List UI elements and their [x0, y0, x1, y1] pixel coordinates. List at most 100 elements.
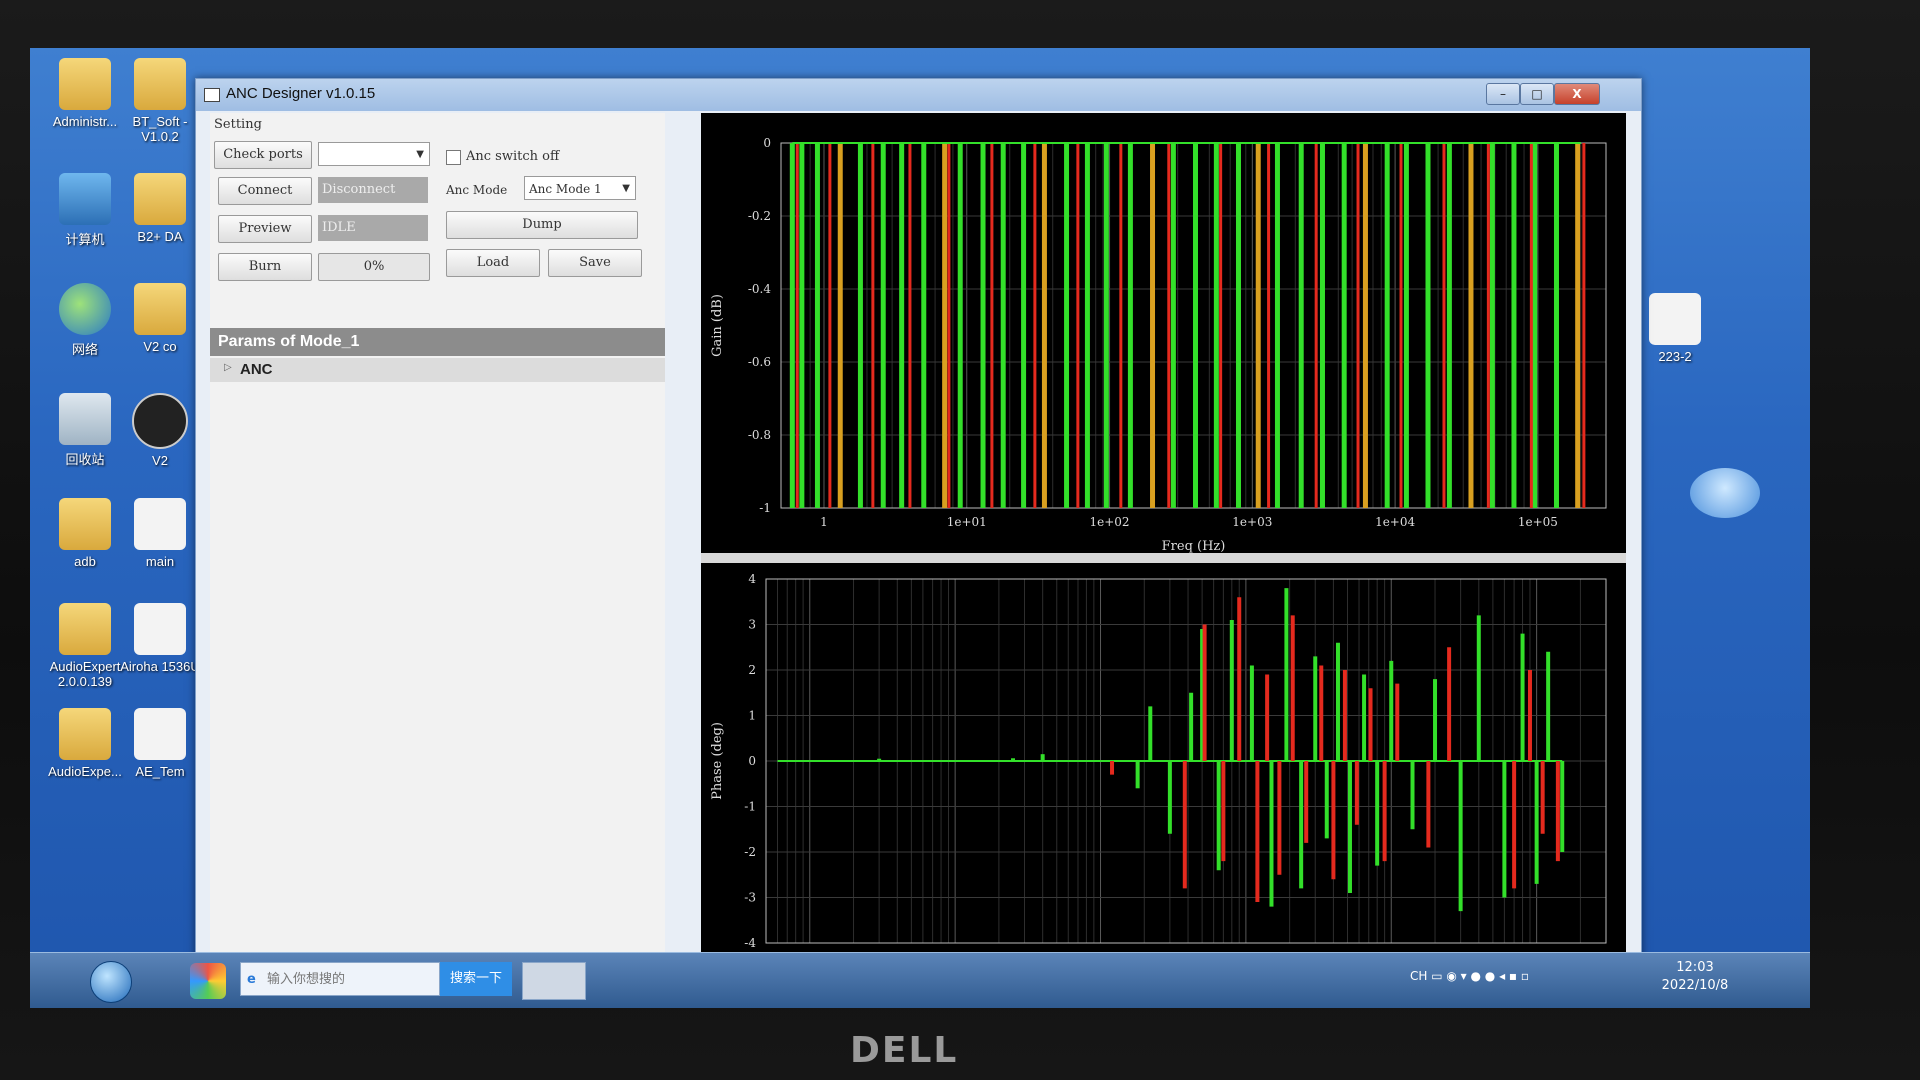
anc-switch-label: Anc switch off — [466, 149, 560, 164]
bin-icon — [59, 393, 111, 445]
expand-arrow-icon[interactable]: ▷ — [224, 362, 232, 373]
connect-button[interactable]: Connect — [218, 177, 312, 205]
y-tick-label: 1 — [748, 709, 756, 723]
x-tick-label: 1e+05 — [1518, 515, 1558, 529]
anc-mode-label: Anc Mode — [446, 183, 508, 197]
params-header: Params of Mode_1 — [210, 328, 665, 356]
desktop-icon[interactable]: V2 — [115, 393, 205, 468]
anc-designer-window: ANC Designer v1.0.15 – □ X Setting Check… — [195, 78, 1642, 980]
file-icon — [1649, 293, 1701, 345]
y-tick-label: -3 — [744, 891, 756, 905]
desktop-icon-label: 回收站 — [65, 452, 105, 467]
burn-button[interactable]: Burn — [218, 253, 312, 281]
folder-icon — [59, 603, 111, 655]
browser-icon: e — [247, 972, 256, 987]
clock-date: 2022/10/8 — [1661, 978, 1729, 993]
x-tick-label: 1 — [820, 515, 828, 529]
folder-icon — [59, 708, 111, 760]
anc-mode-value: Anc Mode 1 — [529, 182, 602, 196]
folder-icon — [59, 498, 111, 550]
file-icon — [134, 708, 186, 760]
comp-icon — [59, 173, 111, 225]
minimize-button[interactable]: – — [1486, 83, 1520, 105]
tree-item-label: ANC — [240, 361, 273, 378]
desktop-icon-label: adb — [74, 554, 96, 569]
save-button[interactable]: Save — [548, 249, 642, 277]
desktop-icon[interactable]: B2+ DA — [115, 173, 205, 244]
desktop-icon-label: AudioExpe... — [48, 764, 122, 779]
desktop-icon-label: 计算机 — [65, 232, 105, 247]
dump-button[interactable]: Dump — [446, 211, 638, 239]
system-tray[interactable]: CH ▭ ◉ ▾ ● ● ◂ ▪ ▫ — [1410, 969, 1529, 983]
y-tick-label: 3 — [748, 618, 756, 632]
gain-plot[interactable]: 0 -0.2 -0.4 -0.6 -0.8 -1 1 1e+01 1e+02 1e+03 1e+04… — [701, 113, 1626, 553]
desktop-icon[interactable]: V2 co — [115, 283, 205, 354]
start-button[interactable] — [90, 961, 132, 1003]
desktop-icon-label: BT_Soft - V1.0.2 — [132, 114, 188, 144]
desktop-icon[interactable]: AE_Tem — [115, 708, 205, 779]
y-axis-label: Gain (dB) — [710, 294, 725, 357]
gain-chart-svg: 0 -0.2 -0.4 -0.6 -0.8 -1 1 1e+01 1e+02 1e+03 1e+04… — [710, 136, 1607, 553]
y-tick-label: 0 — [763, 136, 771, 150]
y-tick-label: -1 — [744, 800, 756, 814]
disconnect-button[interactable]: Disconnect — [318, 177, 428, 203]
plot-splitter[interactable] — [701, 553, 1626, 563]
port-select[interactable]: ▼ — [318, 142, 430, 166]
settings-panel: Setting Check ports ▼ Anc switch off Con… — [210, 113, 665, 973]
y-tick-label: -0.8 — [748, 428, 771, 442]
y-tick-label: 0 — [748, 754, 756, 768]
desktop-icon[interactable]: 223-2 — [1630, 293, 1720, 364]
tree-item-anc[interactable]: ▷ ANC — [210, 358, 665, 382]
search-button[interactable]: 搜索一下 — [440, 962, 512, 996]
load-button[interactable]: Load — [446, 249, 540, 277]
preview-button[interactable]: Preview — [218, 215, 312, 243]
desktop-icon-label: V2 — [152, 453, 168, 468]
desktop-icon[interactable]: Airoha 1536U — [115, 603, 205, 674]
window-title: ANC Designer v1.0.15 — [226, 85, 376, 102]
anc-mode-select[interactable]: Anc Mode 1 ▼ — [524, 176, 636, 200]
desktop-icon-label: B2+ DA — [137, 229, 183, 244]
x-tick-label: 1e+03 — [1232, 515, 1272, 529]
file-icon — [134, 603, 186, 655]
desktop-orb-gadget[interactable] — [1690, 468, 1760, 518]
input-language-indicator[interactable]: CH — [1410, 969, 1427, 983]
desktop-icon-label: 223-2 — [1658, 349, 1692, 364]
chevron-down-icon: ▼ — [416, 149, 424, 160]
desktop-icon-label: AE_Tem — [135, 764, 185, 779]
status-field: IDLE — [318, 215, 428, 241]
check-ports-button[interactable]: Check ports — [214, 141, 312, 169]
app-window-icon — [204, 88, 220, 102]
y-tick-label: -2 — [744, 845, 756, 859]
desktop-icon-label: AudioExpert 2.0.0.139 — [49, 659, 121, 689]
chevron-down-icon: ▼ — [622, 183, 630, 194]
desktop-icon-label: Airoha 1536U — [120, 659, 200, 674]
maximize-button[interactable]: □ — [1520, 83, 1554, 105]
progress-indicator: 0% — [318, 253, 430, 281]
title-bar[interactable]: ANC Designer v1.0.15 – □ X — [196, 79, 1641, 111]
phase-chart-svg: 43210-1-2-3-411e+011e+021e+031e+041e+05P… — [710, 572, 1607, 964]
desktop-icon-label: main — [145, 554, 175, 569]
close-button[interactable]: X — [1554, 83, 1600, 105]
search-input[interactable]: e 输入你想搜的 — [240, 962, 440, 996]
tray-icons[interactable]: ▭ ◉ ▾ ● ● ◂ ▪ ▫ — [1431, 969, 1529, 983]
taskbar-window-button[interactable] — [522, 962, 586, 1000]
y-tick-label: -0.6 — [748, 355, 771, 369]
desktop-icon[interactable]: main — [115, 498, 205, 569]
anc-switch-checkbox[interactable] — [446, 150, 461, 165]
y-axis-label: Phase (deg) — [710, 722, 725, 800]
folder-icon — [59, 58, 111, 110]
taskbar: e 输入你想搜的 搜索一下 CH ▭ ◉ ▾ ● ● ◂ ▪ ▫ 12:03 2… — [30, 952, 1810, 1008]
taskbar-app-icon[interactable] — [190, 963, 226, 999]
desktop-icon[interactable]: BT_Soft - V1.0.2 — [115, 58, 205, 144]
phase-plot[interactable]: 43210-1-2-3-411e+011e+021e+031e+041e+05P… — [701, 563, 1626, 973]
y-tick-label: 4 — [748, 572, 756, 586]
y-tick-label: -0.2 — [748, 209, 771, 223]
clock[interactable]: 12:03 2022/10/8 — [1640, 959, 1750, 995]
monitor-logo: DELL — [850, 1030, 959, 1071]
y-tick-label: -0.4 — [748, 282, 772, 296]
desktop-icon-label: V2 co — [143, 339, 177, 354]
folder-icon — [134, 58, 186, 110]
x-tick-label: 1e+04 — [1375, 515, 1415, 529]
wave-icon — [132, 393, 188, 449]
x-tick-label: 1e+01 — [947, 515, 987, 529]
